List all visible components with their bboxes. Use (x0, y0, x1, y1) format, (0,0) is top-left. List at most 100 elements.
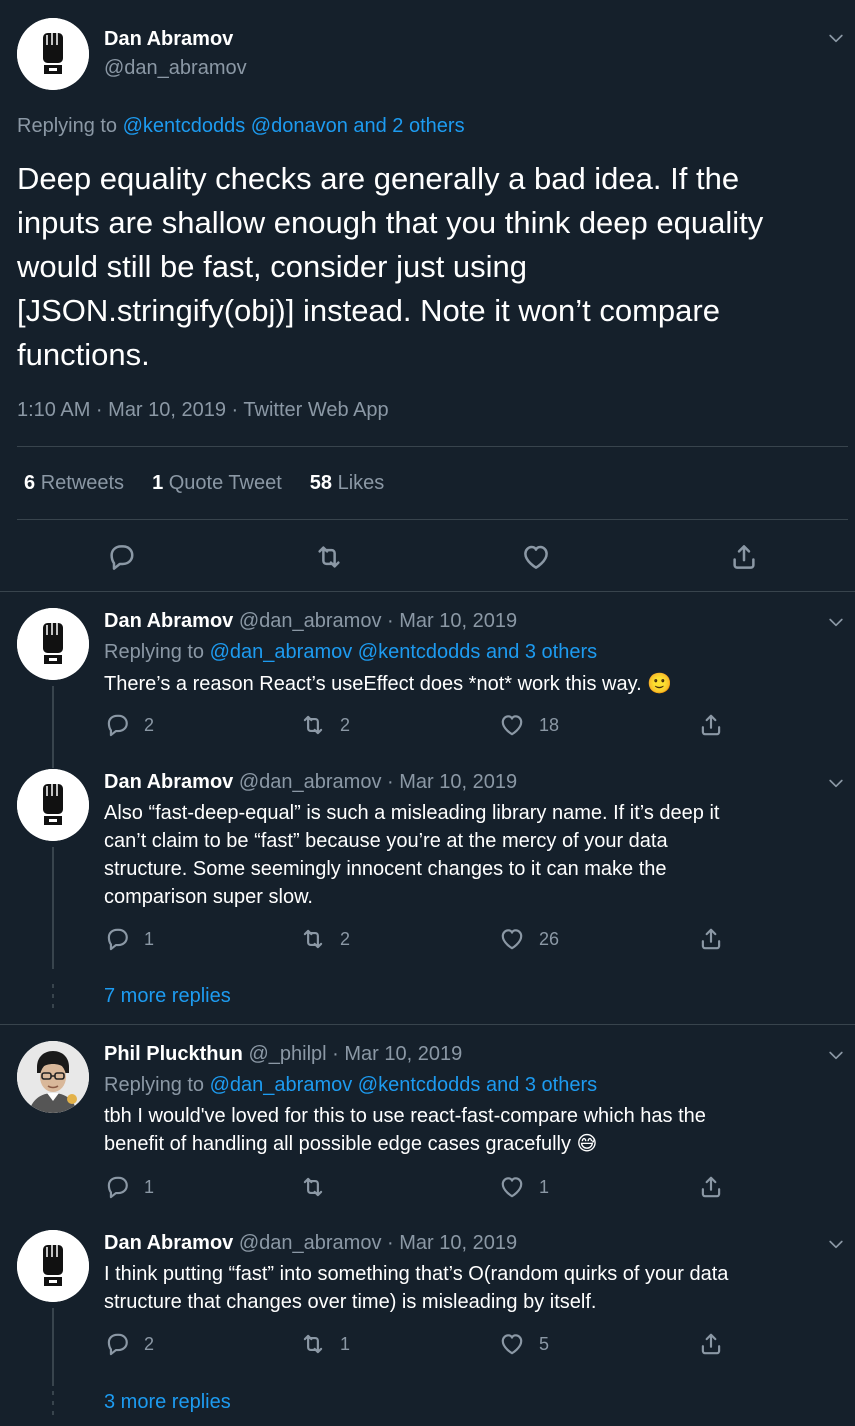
like-action[interactable]: 18 (499, 712, 559, 738)
chevron-down-icon[interactable] (826, 612, 846, 632)
reply-author-handle[interactable]: @dan_abramov (239, 610, 382, 632)
tweet-text-line: Deep equality checks are generally a bad… (17, 161, 740, 196)
reply-text-line: There’s a reason React’s useEffect does … (104, 673, 642, 695)
retweets-label: Retweets (40, 472, 125, 494)
emoji: 😅 (576, 1133, 598, 1155)
reply-icon (104, 712, 130, 738)
replying-mentions[interactable]: @dan_abramov @kentcdodds and 3 others (210, 1074, 598, 1096)
reply-date[interactable]: · Mar 10, 2019 (332, 1043, 462, 1065)
reply-text: Also “fast-deep-equal” is such a mislead… (104, 799, 844, 911)
reply-text-line: Also “fast-deep-equal” is such a mislead… (104, 802, 720, 824)
reply-header: Phil Pluckthun @_philpl · Mar 10, 2019 (104, 1043, 462, 1066)
replying-prefix: Replying to (104, 1074, 205, 1096)
emoji: 🙂 (647, 673, 673, 695)
divider (0, 591, 855, 592)
reply-author-name[interactable]: Dan Abramov (104, 1232, 233, 1254)
replying-to: Replying to @dan_abramov @kentcdodds and… (104, 641, 597, 664)
like-action[interactable]: 26 (499, 926, 559, 952)
divider (0, 1024, 855, 1025)
thread-line (52, 1308, 54, 1386)
like-count: 26 (539, 928, 560, 949)
retweets-count: 6 (24, 472, 36, 494)
share-action[interactable] (698, 1331, 724, 1357)
reply-author-handle[interactable]: @dan_abramov (239, 1232, 382, 1254)
reply-text-line: benefit of handling all possible edge ca… (104, 1133, 571, 1155)
reply-author-handle[interactable]: @dan_abramov (239, 771, 382, 793)
replying-prefix: Replying to (17, 115, 118, 137)
likes-label: Likes (337, 472, 385, 494)
retweet-icon (300, 1174, 326, 1200)
reply-author-handle[interactable]: @_philpl (248, 1043, 326, 1065)
reply-text-line: I think putting “fast” into something th… (104, 1263, 729, 1285)
like-action[interactable]: 1 (499, 1174, 549, 1200)
share-icon (698, 712, 724, 738)
share-action[interactable] (698, 712, 724, 738)
reply-action[interactable]: 1 (104, 926, 154, 952)
reply-author-name[interactable]: Dan Abramov (104, 610, 233, 632)
author-handle[interactable]: @dan_abramov (104, 57, 247, 80)
thread-dots (52, 984, 54, 1014)
reply-date[interactable]: · Mar 10, 2019 (387, 771, 517, 793)
chevron-down-icon[interactable] (826, 773, 846, 793)
replying-mentions[interactable]: @kentcdodds @donavon and 2 others (123, 115, 465, 137)
like-icon[interactable] (521, 542, 551, 572)
replying-mentions[interactable]: @dan_abramov @kentcdodds and 3 others (210, 641, 598, 663)
replying-to: Replying to @kentcdodds @donavon and 2 o… (17, 115, 465, 138)
avatar[interactable] (17, 769, 89, 841)
chevron-down-icon[interactable] (826, 28, 846, 48)
avatar[interactable] (17, 1041, 89, 1113)
reply-author-name[interactable]: Dan Abramov (104, 771, 233, 793)
avatar[interactable] (17, 1230, 89, 1302)
quotes-stat[interactable]: 1 Quote Tweet (152, 472, 282, 495)
author-avatar[interactable] (17, 18, 89, 90)
thread-dots (52, 1391, 54, 1421)
reply-text: There’s a reason React’s useEffect does … (104, 670, 672, 698)
share-action[interactable] (698, 1174, 724, 1200)
replying-to: Replying to @dan_abramov @kentcdodds and… (104, 1074, 597, 1097)
retweet-icon[interactable] (314, 542, 344, 572)
avatar[interactable] (17, 608, 89, 680)
reply-icon[interactable] (106, 542, 136, 572)
retweet-count: 1 (340, 1333, 351, 1354)
retweet-count: 2 (340, 928, 351, 949)
tweet-timestamp[interactable]: 1:10 AM · Mar 10, 2019 · Twitter Web App (17, 399, 389, 422)
reply-text: tbh I would've loved for this to use rea… (104, 1102, 844, 1158)
reply-author-name[interactable]: Phil Pluckthun (104, 1043, 243, 1065)
reply-text-line: structure that changes over time) is mis… (104, 1291, 597, 1313)
share-icon (698, 926, 724, 952)
reply-action[interactable]: 1 (104, 1174, 154, 1200)
reply-action[interactable]: 2 (104, 1331, 154, 1357)
retweet-action[interactable] (300, 1174, 340, 1200)
share-icon (698, 1331, 724, 1357)
reply-action[interactable]: 2 (104, 712, 154, 738)
retweet-icon (300, 712, 326, 738)
share-icon (698, 1174, 724, 1200)
likes-stat[interactable]: 58 Likes (310, 472, 385, 495)
reply-icon (104, 926, 130, 952)
show-more-replies-link[interactable]: 7 more replies (104, 985, 231, 1008)
reply-count: 2 (144, 714, 155, 735)
share-action[interactable] (698, 926, 724, 952)
divider (17, 519, 848, 520)
tweet-text-line: would still be fast, consider just using (17, 249, 528, 284)
tweet-text-line: inputs are shallow enough that you think… (17, 205, 764, 240)
retweet-action[interactable]: 2 (300, 712, 350, 738)
retweet-action[interactable]: 2 (300, 926, 350, 952)
chevron-down-icon[interactable] (826, 1045, 846, 1065)
reply-date[interactable]: · Mar 10, 2019 (387, 1232, 517, 1254)
show-more-replies-link[interactable]: 3 more replies (104, 1391, 231, 1414)
retweet-icon (300, 926, 326, 952)
reply-header: Dan Abramov @dan_abramov · Mar 10, 2019 (104, 1232, 517, 1255)
chevron-down-icon[interactable] (826, 1234, 846, 1254)
retweets-stat[interactable]: 6 Retweets (24, 472, 124, 495)
reply-date[interactable]: · Mar 10, 2019 (387, 610, 517, 632)
author-name[interactable]: Dan Abramov (104, 28, 233, 51)
replying-prefix: Replying to (104, 641, 205, 663)
retweet-action[interactable]: 1 (300, 1331, 350, 1357)
reply-count: 1 (144, 928, 155, 949)
like-action[interactable]: 5 (499, 1331, 549, 1357)
retweet-icon (300, 1331, 326, 1357)
share-icon[interactable] (729, 542, 759, 572)
quotes-count: 1 (152, 472, 164, 494)
divider (17, 446, 848, 447)
